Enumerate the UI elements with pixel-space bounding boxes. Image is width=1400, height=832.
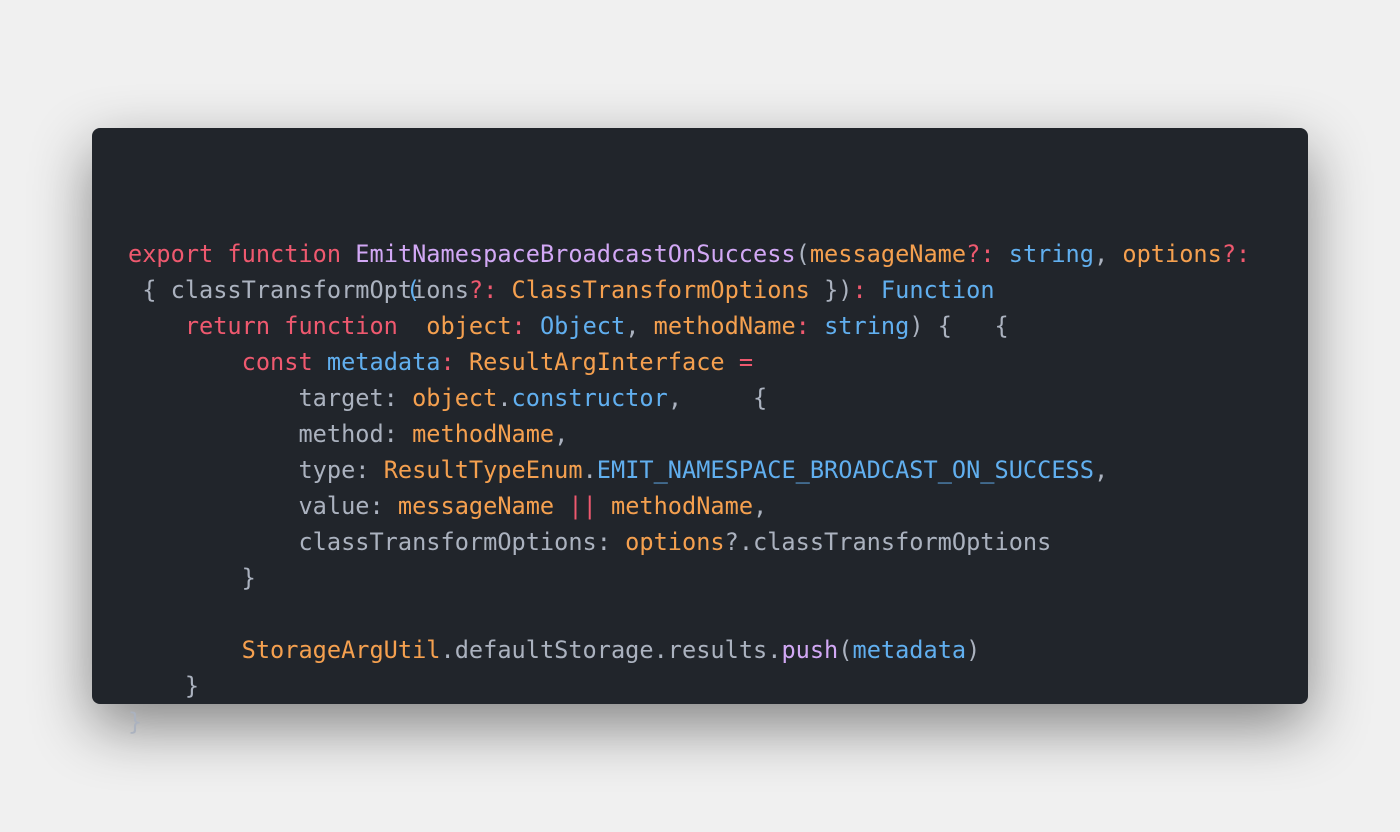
code-line: } bbox=[128, 704, 1250, 740]
code-token: messageName bbox=[809, 240, 967, 268]
code-token: ?: bbox=[468, 276, 498, 304]
code-line: method: methodName, bbox=[128, 416, 1250, 452]
code-token: : bbox=[511, 312, 526, 340]
code-token: } bbox=[128, 708, 143, 736]
code-token: StorageArgUtil bbox=[241, 636, 441, 664]
code-token: metadata bbox=[852, 636, 967, 664]
code-token: EMIT_NAMESPACE_BROADCAST_ON_SUCCESS bbox=[596, 456, 1094, 484]
code-token: ResultArgInterface bbox=[454, 348, 725, 376]
code-line: StorageArgUtil.defaultStorage.results.pu… bbox=[128, 632, 1250, 668]
code-token: Object bbox=[525, 312, 626, 340]
code-token: , bbox=[753, 492, 768, 520]
code-line: value: messageName || methodName, bbox=[128, 488, 1250, 524]
code-token: ( bbox=[838, 636, 853, 664]
code-token: . bbox=[582, 456, 597, 484]
code-line: classTransformOptions: options?.classTra… bbox=[128, 524, 1250, 560]
code-block: export function EmitNamespaceBroadcastOn… bbox=[128, 164, 1250, 776]
code-line: } bbox=[128, 668, 1250, 704]
code-line: export function EmitNamespaceBroadcastOn… bbox=[128, 236, 1250, 272]
code-token: const bbox=[128, 348, 327, 376]
code-token: ) { { bbox=[909, 312, 1009, 340]
code-token: messageName bbox=[397, 492, 555, 520]
code-line: return function object: Object, methodNa… bbox=[128, 308, 1250, 344]
code-line: target: object.constructor, { bbox=[128, 380, 1250, 416]
code-token: value: bbox=[128, 492, 398, 520]
stray-paren: ( bbox=[406, 276, 421, 304]
code-token: , bbox=[625, 312, 654, 340]
code-token: EmitNamespaceBroadcastOnSuccess bbox=[355, 240, 796, 268]
code-token: ?: bbox=[966, 240, 995, 268]
code-token: metadata bbox=[326, 348, 441, 376]
code-line: { classTransformOptions?: ClassTransform… bbox=[128, 272, 1250, 308]
code-token: ResultTypeEnum bbox=[383, 456, 583, 484]
code-token: methodName bbox=[596, 492, 754, 520]
code-token: = bbox=[724, 348, 754, 376]
code-token: || bbox=[554, 492, 597, 520]
code-token: Function bbox=[866, 276, 995, 304]
code-token: classTransformOptions: bbox=[128, 528, 626, 556]
code-token: .defaultStorage.results. bbox=[440, 636, 782, 664]
code-token: , { bbox=[667, 384, 768, 412]
code-token: method: bbox=[128, 420, 413, 448]
code-line: const metadata: ResultArgInterface = bbox=[128, 344, 1250, 380]
code-token: target: bbox=[128, 384, 413, 412]
code-token: : bbox=[795, 312, 810, 340]
code-token: } bbox=[128, 564, 256, 592]
code-token: ClassTransformOptions bbox=[497, 276, 810, 304]
code-token: return function bbox=[128, 312, 413, 340]
code-token: } bbox=[128, 672, 200, 700]
code-token: export function bbox=[128, 240, 356, 268]
code-token: type: bbox=[128, 456, 384, 484]
code-token: options bbox=[1122, 240, 1222, 268]
code-token: : bbox=[852, 276, 867, 304]
code-token: object bbox=[412, 384, 498, 412]
code-token: string bbox=[994, 240, 1094, 268]
code-token: }) bbox=[809, 276, 853, 304]
code-token: ?: bbox=[1221, 240, 1251, 268]
code-token: string bbox=[809, 312, 910, 340]
code-token: options bbox=[625, 528, 725, 556]
code-token: methodName bbox=[412, 420, 555, 448]
code-token: ?.classTransformOptions bbox=[724, 528, 1052, 556]
code-token: , bbox=[1093, 456, 1109, 484]
code-line: type: ResultTypeEnum.EMIT_NAMESPACE_BROA… bbox=[128, 452, 1250, 488]
code-token: ( bbox=[795, 240, 810, 268]
code-token: methodName bbox=[653, 312, 796, 340]
code-token: : bbox=[440, 348, 455, 376]
code-token: , bbox=[554, 420, 569, 448]
code-token: , bbox=[1093, 240, 1123, 268]
code-line: } bbox=[128, 560, 1250, 596]
code-token: object bbox=[412, 312, 512, 340]
code-token: . bbox=[497, 384, 512, 412]
code-token: constructor bbox=[511, 384, 668, 412]
code-token: push bbox=[781, 636, 839, 664]
code-token: ) bbox=[966, 636, 981, 664]
